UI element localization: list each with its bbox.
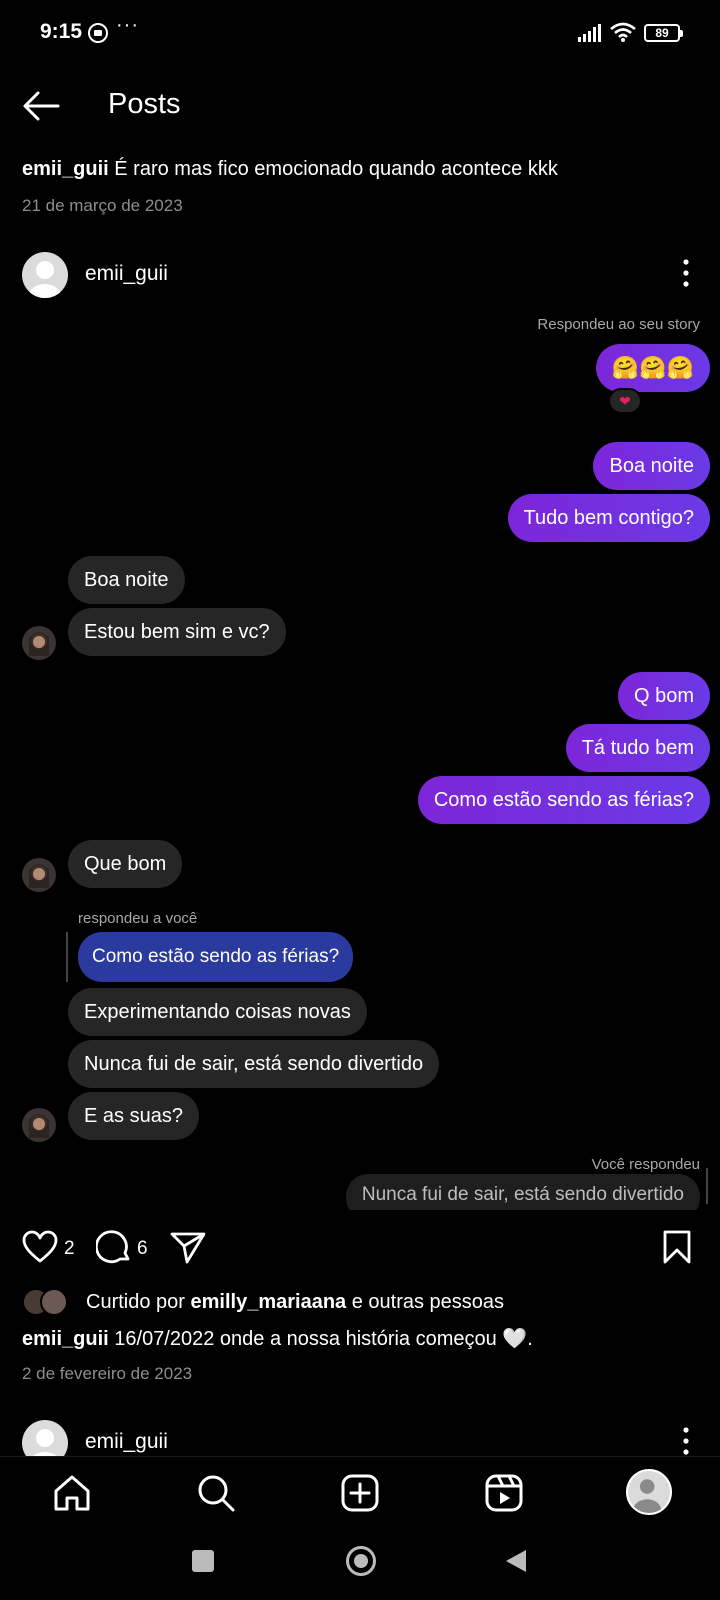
- reels-icon[interactable]: [484, 1473, 524, 1513]
- bookmark-icon[interactable]: [662, 1230, 692, 1264]
- more-options-icon[interactable]: [682, 258, 690, 288]
- avatar[interactable]: [22, 252, 68, 298]
- outgoing-message: Tá tudo bem: [565, 724, 710, 772]
- back-arrow-icon[interactable]: [22, 90, 60, 122]
- notification-app-icon: [88, 23, 108, 43]
- search-icon[interactable]: [196, 1473, 236, 1513]
- status-time: 9:15: [40, 20, 83, 43]
- outgoing-message: Q bom: [617, 672, 710, 720]
- back-button-icon[interactable]: [504, 1548, 528, 1574]
- more-notifications-icon: ···: [116, 14, 139, 36]
- previous-post-date: 21 de março de 2023: [22, 196, 183, 215]
- liker-avatar: [40, 1288, 68, 1316]
- outgoing-message: Como estão sendo as férias?: [417, 776, 710, 824]
- sender-avatar: [22, 626, 56, 660]
- recents-button-icon[interactable]: [192, 1550, 214, 1572]
- post-actions: 2 6: [0, 1226, 720, 1274]
- outgoing-message: Boa noite: [593, 442, 710, 490]
- avatar[interactable]: [22, 1420, 68, 1456]
- caption-text: É raro mas fico emocionado quando aconte…: [108, 158, 558, 180]
- outgoing-emoji-message: 🤗🤗🤗: [595, 344, 710, 392]
- post-username[interactable]: emii_guii: [85, 1430, 168, 1454]
- incoming-message: Nunca fui de sair, está sendo divertido: [68, 1040, 440, 1088]
- incoming-message: Boa noite: [68, 556, 185, 604]
- next-post-header: emii_guii: [0, 1414, 720, 1456]
- incoming-message: Experimentando coisas novas: [68, 988, 367, 1036]
- caption-username[interactable]: emii_guii: [22, 1328, 109, 1350]
- plus-square-icon[interactable]: [340, 1473, 380, 1513]
- likes-count[interactable]: 2: [64, 1238, 75, 1260]
- replied-to-you-label: respondeu a você: [78, 910, 198, 927]
- send-icon[interactable]: [170, 1231, 206, 1265]
- liked-by-username[interactable]: emilly_mariaana: [191, 1291, 347, 1313]
- comments-count[interactable]: 6: [137, 1238, 148, 1260]
- heart-icon[interactable]: [22, 1230, 58, 1264]
- liked-by-text: Curtido por emilly_mariaana e outras pes…: [86, 1291, 505, 1313]
- sender-avatar: [22, 1108, 56, 1142]
- incoming-message: E as suas?: [68, 1092, 199, 1140]
- incoming-message: Que bom: [68, 840, 183, 888]
- more-options-icon[interactable]: [682, 1426, 690, 1456]
- comment-icon[interactable]: [96, 1229, 132, 1265]
- you-replied-label: Você respondeu: [591, 1156, 700, 1173]
- post-image-chat-screenshot[interactable]: Respondeu ao seu story 🤗🤗🤗 ❤ Boa noite T…: [0, 296, 720, 1210]
- incoming-message: Estou bem sim e vc?: [68, 608, 286, 656]
- reply-indicator-bar: [706, 1168, 708, 1204]
- heart-reaction-badge: ❤: [608, 388, 642, 414]
- system-navigation-bar: [0, 1536, 720, 1600]
- wifi-icon: [610, 22, 636, 42]
- profile-avatar[interactable]: [626, 1469, 672, 1515]
- caption-username[interactable]: emii_guii: [22, 158, 109, 180]
- outgoing-message: Tudo bem contigo?: [507, 494, 710, 542]
- post-caption: emii_guii 16/07/2022 onde a nossa histór…: [22, 1326, 533, 1351]
- home-icon[interactable]: [52, 1473, 92, 1513]
- post-date: 2 de fevereiro de 2023: [22, 1364, 193, 1383]
- quoted-message: Como estão sendo as férias?: [78, 932, 354, 982]
- liked-by-row[interactable]: Curtido por emilly_mariaana e outras pes…: [22, 1288, 702, 1318]
- sender-avatar: [22, 858, 56, 892]
- page-title: Posts: [108, 88, 181, 120]
- top-bar: Posts: [0, 70, 720, 142]
- caption-text: 16/07/2022 onde a nossa história começou…: [108, 1328, 533, 1350]
- post-username[interactable]: emii_guii: [85, 262, 168, 286]
- quoted-message: Nunca fui de sair, está sendo divertido: [345, 1174, 700, 1210]
- previous-post-caption: emii_guii É raro mas fico emocionado qua…: [22, 158, 558, 181]
- reply-indicator-bar: [66, 932, 68, 982]
- battery-icon: 89: [644, 24, 683, 42]
- home-button-icon[interactable]: [346, 1546, 376, 1576]
- story-reply-label: Respondeu ao seu story: [537, 316, 700, 333]
- status-bar: 9:15 ··· 89: [0, 0, 720, 66]
- bottom-navigation: [0, 1456, 720, 1536]
- signal-icon: [578, 24, 601, 42]
